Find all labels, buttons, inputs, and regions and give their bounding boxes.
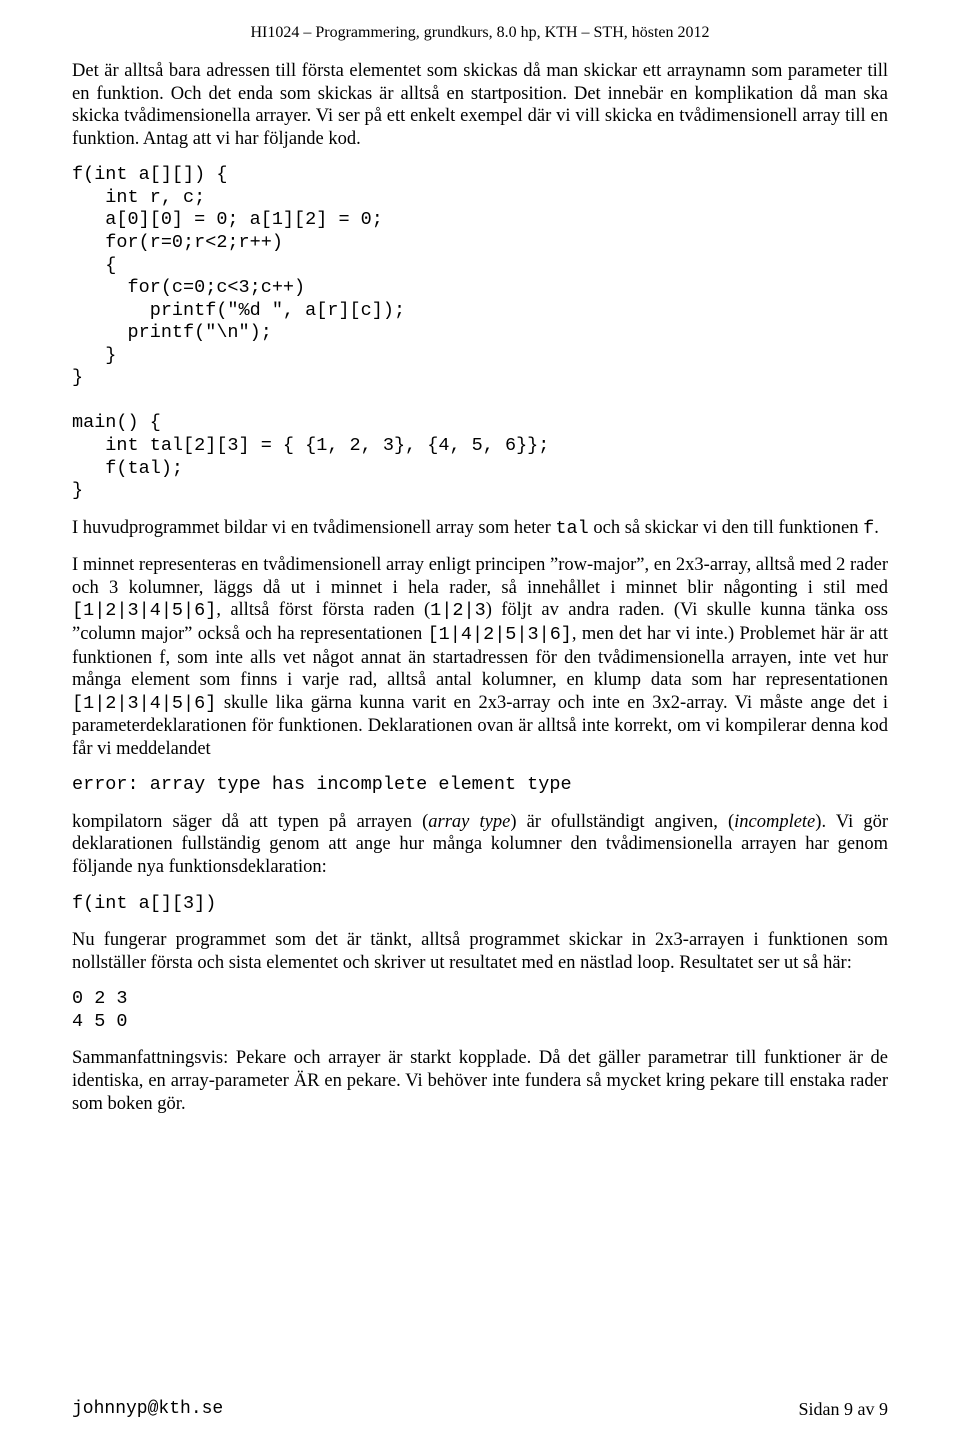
p3-text-a: I minnet representeras en tvådimensionel…: [72, 555, 888, 598]
italic-arraytype: array type: [428, 812, 510, 832]
page-footer: johnnyp@kth.se Sidan 9 av 9: [72, 1399, 888, 1420]
inline-code-f: f: [863, 518, 874, 539]
p3-text-b: , alltså först första raden (: [216, 600, 430, 620]
inline-code-seq2: 1|2|3: [430, 600, 486, 621]
p4-text-b: ) är ofullständigt angiven, (: [510, 812, 734, 832]
paragraph-1: Det är alltså bara adressen till första …: [72, 60, 888, 150]
inline-code-seq4: [1|2|3|4|5|6]: [72, 693, 216, 714]
paragraph-6: Sammanfattningsvis: Pekare och arrayer ä…: [72, 1047, 888, 1115]
p2-text-b: och så skickar vi den till funktionen: [589, 518, 863, 538]
p2-text-c: .: [874, 518, 879, 538]
paragraph-2: I huvudprogrammet bildar vi en tvådimens…: [72, 517, 888, 541]
code-block-2: error: array type has incomplete element…: [72, 774, 888, 797]
inline-code-seq3: [1|4|2|5|3|6]: [428, 624, 572, 645]
p2-text-a: I huvudprogrammet bildar vi en tvådimens…: [72, 518, 555, 538]
code-block-3: f(int a[][3]): [72, 893, 888, 916]
inline-code-seq1: [1|2|3|4|5|6]: [72, 600, 216, 621]
paragraph-5: Nu fungerar programmet som det är tänkt,…: [72, 929, 888, 974]
footer-email: johnnyp@kth.se: [72, 1399, 223, 1420]
output-block: 0 2 3 4 5 0: [72, 988, 888, 1033]
italic-incomplete: incomplete: [734, 812, 815, 832]
footer-page-number: Sidan 9 av 9: [799, 1399, 889, 1420]
paragraph-3: I minnet representeras en tvådimensionel…: [72, 554, 888, 760]
paragraph-4: kompilatorn säger då att typen på arraye…: [72, 811, 888, 879]
p4-text-a: kompilatorn säger då att typen på arraye…: [72, 812, 428, 832]
inline-code-tal: tal: [555, 518, 588, 539]
code-block-1: f(int a[][]) { int r, c; a[0][0] = 0; a[…: [72, 164, 888, 502]
page: HI1024 – Programmering, grundkurs, 8.0 h…: [0, 0, 960, 1444]
page-header: HI1024 – Programmering, grundkurs, 8.0 h…: [72, 24, 888, 42]
